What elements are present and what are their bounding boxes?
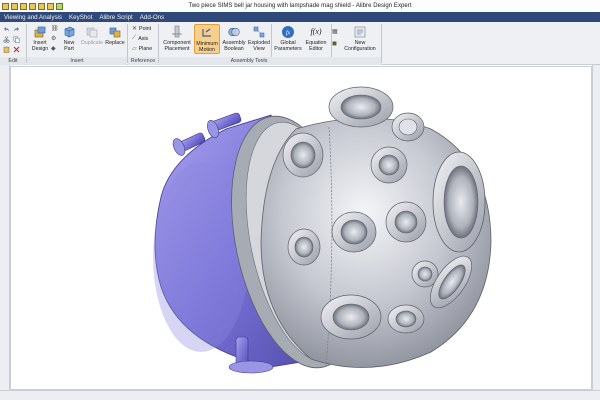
configuration-group: New Configuration — [339, 22, 381, 65]
bell-jar-assembly-model[interactable] — [11, 67, 593, 391]
top-left-port[interactable] — [282, 132, 324, 178]
right-middle-port[interactable] — [385, 201, 427, 243]
status-bar — [0, 390, 600, 400]
edit-group-label: Edit — [0, 57, 26, 65]
axis-icon: ⟋ — [132, 35, 137, 41]
undo-icon[interactable] — [3, 26, 10, 33]
component-placement-button[interactable]: Component Placement — [161, 24, 193, 52]
grid-icon: ▦ — [332, 29, 338, 35]
bottom-right-port[interactable] — [387, 304, 425, 334]
equation-editor-button[interactable]: f(x) Equation Editor — [302, 24, 330, 52]
redo-icon[interactable] — [13, 26, 20, 33]
equation-editor-icon: f(x) — [309, 24, 324, 39]
plane-icon: ▱ — [132, 46, 137, 52]
large-right-port[interactable] — [432, 151, 486, 253]
3d-viewport[interactable] — [10, 66, 592, 390]
assembly-boolean-icon — [227, 24, 242, 39]
equation-editor-icon-text: f(x) — [310, 27, 322, 36]
global-parameters-icon-text: fx — [286, 29, 291, 36]
duplicate-icon — [85, 24, 100, 39]
point-label: Point — [139, 25, 152, 32]
point-icon: ✕ — [132, 26, 138, 32]
configuration-group-label — [339, 57, 381, 65]
duplicate-label: Duplicate — [80, 40, 104, 46]
upper-center-port[interactable] — [370, 146, 408, 184]
insert-design-label: Insert Design — [31, 40, 49, 52]
config-icon: ◼ — [332, 41, 337, 47]
delete-icon[interactable] — [13, 46, 20, 53]
minimum-motion-icon — [200, 25, 215, 40]
gear-icon: ⚙ — [51, 36, 57, 42]
exploded-view-icon — [252, 24, 267, 39]
config-small-button-2[interactable]: ◼ — [332, 40, 337, 47]
replace-button[interactable]: Replace — [103, 24, 127, 46]
point-button[interactable]: ✕ Point — [132, 25, 152, 33]
menu-bar: Viewing and Analysis KeyShot Alibre Scri… — [0, 12, 600, 22]
cube-icon: ◆ — [51, 46, 56, 52]
copy-icon[interactable] — [13, 36, 20, 43]
left-middle-port[interactable] — [287, 228, 321, 266]
menu-viewing-and-analysis[interactable]: Viewing and Analysis — [4, 14, 62, 21]
minimum-motion-button[interactable]: Minimum Motion — [194, 24, 220, 54]
global-parameters-icon: fx — [281, 24, 296, 39]
link-icon: ⛓ — [51, 26, 59, 32]
paste-icon[interactable] — [3, 46, 10, 53]
plane-label: Plane — [138, 45, 153, 52]
new-configuration-icon — [353, 24, 368, 39]
insert-cube-button[interactable]: ◆ — [51, 45, 56, 52]
global-parameters-button[interactable]: fx Global Parameters — [273, 24, 303, 52]
new-part-icon — [62, 24, 77, 39]
reference-group-label: Reference — [128, 57, 158, 65]
edit-group: Edit — [0, 22, 26, 65]
insert-link-button[interactable]: ⛓ — [51, 25, 59, 32]
left-panel-strip[interactable] — [0, 65, 10, 400]
replace-icon — [108, 24, 123, 39]
component-placement-label: Component Placement — [163, 40, 191, 52]
app-window: Two piece SIMS bell jar housing with lam… — [0, 0, 600, 400]
insert-design-icon — [33, 24, 48, 39]
group-divider — [381, 24, 382, 63]
small-viewport-top-right[interactable] — [391, 112, 425, 142]
config-small-button-1[interactable]: ▦ — [332, 28, 338, 35]
assembly-boolean-label: Assembly Boolean — [222, 40, 246, 52]
assembly-boolean-button[interactable]: Assembly Boolean — [221, 24, 247, 52]
center-port[interactable] — [331, 211, 377, 253]
assembly-tools-group: Component Placement Minimum Motion Assem… — [159, 22, 339, 65]
title-bar: Two piece SIMS bell jar housing with lam… — [0, 0, 600, 12]
exploded-view-label: Exploded View — [247, 40, 271, 52]
cut-icon[interactable] — [3, 36, 10, 43]
menu-keyshot[interactable]: KeyShot — [69, 14, 92, 21]
component-placement-icon — [170, 24, 185, 39]
axis-label: Axis — [138, 35, 149, 42]
menu-alibre-script[interactable]: Alibre Script — [99, 14, 132, 21]
plane-button[interactable]: ▱ Plane — [132, 45, 153, 53]
top-flange-port[interactable] — [328, 86, 394, 128]
duplicate-button[interactable]: Duplicate — [80, 24, 104, 46]
ribbon: Edit Insert Design ⛓ ⚙ ◆ New Part Duplic… — [0, 22, 600, 65]
assembly-tools-group-label: Assembly Tools — [159, 57, 339, 65]
insert-design-button[interactable]: Insert Design — [29, 24, 51, 52]
axis-button[interactable]: ⟋ Axis — [132, 35, 148, 42]
insert-group-label: Insert — [27, 57, 127, 65]
menu-add-ons[interactable]: Add-Ons — [140, 14, 164, 21]
exploded-view-button[interactable]: Exploded View — [247, 24, 271, 52]
replace-label: Replace — [105, 40, 125, 46]
reference-group: ✕ Point ⟋ Axis ▱ Plane Reference — [128, 22, 158, 65]
new-part-button[interactable]: New Part — [59, 24, 79, 52]
insert-group: Insert Design ⛓ ⚙ ◆ New Part Duplicate R… — [27, 22, 127, 65]
new-part-label: New Part — [63, 40, 75, 52]
global-parameters-label: Global Parameters — [274, 40, 302, 52]
equation-editor-label: Equation Editor — [305, 40, 327, 52]
window-title: Two piece SIMS bell jar housing with lam… — [188, 3, 412, 9]
minimum-motion-label: Minimum Motion — [196, 41, 218, 53]
new-configuration-button[interactable]: New Configuration — [342, 24, 378, 52]
new-configuration-label: New Configuration — [344, 40, 376, 52]
insert-gear-button[interactable]: ⚙ — [51, 35, 56, 42]
right-panel-strip[interactable] — [592, 65, 600, 400]
bottom-port[interactable] — [320, 294, 382, 340]
